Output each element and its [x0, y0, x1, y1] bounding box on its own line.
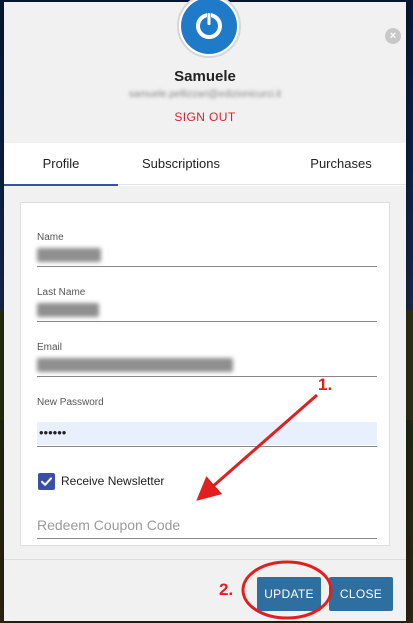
- last-name-label: Last Name: [37, 287, 86, 298]
- coupon-code-input[interactable]: [37, 511, 377, 539]
- newsletter-label: Receive Newsletter: [61, 474, 165, 488]
- tab-subscriptions[interactable]: Subscriptions: [118, 143, 244, 185]
- close-icon[interactable]: ×: [385, 28, 401, 44]
- avatar-circle: [181, 0, 237, 54]
- checkmark-icon: [41, 477, 52, 486]
- user-name: Samuele: [174, 68, 236, 85]
- user-email: samuele.pellizzari@edizionicurci.it: [128, 89, 282, 100]
- new-password-field[interactable]: [37, 422, 377, 445]
- email-label: Email: [37, 342, 63, 353]
- name-field[interactable]: [37, 248, 101, 262]
- password-underline: [37, 446, 377, 447]
- newsletter-checkbox[interactable]: [38, 473, 55, 490]
- password-value: ••••••: [39, 425, 67, 440]
- modal-body: Name Last Name Email New Password ••••••…: [4, 186, 406, 559]
- annotation-step-2: 2.: [219, 580, 234, 599]
- email-field[interactable]: [37, 358, 233, 372]
- sign-out-link[interactable]: SIGN OUT: [4, 110, 406, 124]
- profile-form: Name Last Name Email New Password ••••••…: [20, 202, 390, 546]
- last-name-field[interactable]: [37, 303, 99, 317]
- name-underline: [37, 266, 377, 267]
- name-label: Name: [37, 232, 64, 243]
- power-icon: [196, 12, 222, 39]
- annotation-step-1: 1.: [318, 375, 333, 394]
- last-name-underline: [37, 321, 377, 322]
- tab-purchases[interactable]: Purchases: [274, 143, 406, 185]
- tab-profile[interactable]: Profile: [4, 143, 118, 185]
- new-password-label: New Password: [37, 397, 104, 408]
- update-button[interactable]: UPDATE: [257, 577, 321, 611]
- tab-bar: Profile Subscriptions Purchases: [4, 143, 406, 185]
- close-button[interactable]: CLOSE: [329, 577, 393, 611]
- profile-modal: Samuele samuele.pellizzari@edizionicurci…: [4, 2, 406, 621]
- modal-footer: UPDATE CLOSE: [4, 559, 406, 621]
